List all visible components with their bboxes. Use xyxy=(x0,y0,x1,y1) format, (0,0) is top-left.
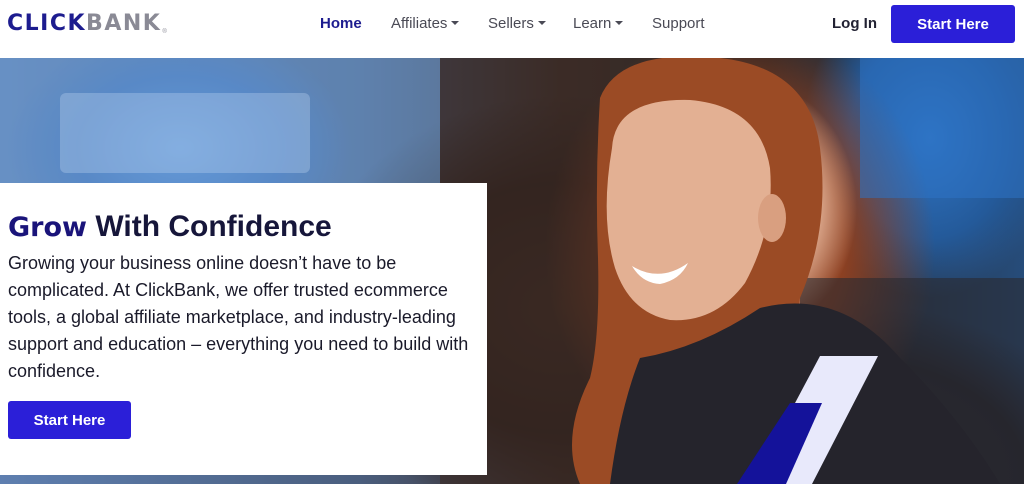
login-link[interactable]: Log In xyxy=(832,15,877,33)
hero-content-card: Grow With Confidence Growing your busine… xyxy=(0,183,487,475)
chevron-down-icon xyxy=(451,21,460,25)
clickbank-logo[interactable]: CLICK BANK ® xyxy=(7,12,167,38)
nav-item-sellers[interactable]: Sellers xyxy=(488,15,546,33)
nav-item-affiliates-label: Affiliates xyxy=(391,15,448,32)
nav-item-sellers-label: Sellers xyxy=(488,15,534,32)
logo-text-bank: BANK xyxy=(86,11,162,36)
logo-text-click: CLICK xyxy=(7,11,87,36)
hero-description: Growing your business online doesn’t hav… xyxy=(8,253,469,381)
hero-title-strong: Grow xyxy=(8,212,87,243)
hero-title: Grow With Confidence xyxy=(8,209,487,246)
nav-start-here-button[interactable]: Start Here xyxy=(891,5,1015,43)
nav-item-support[interactable]: Support xyxy=(652,15,705,33)
chevron-down-icon xyxy=(615,21,624,25)
hero-section: Grow With Confidence Growing your busine… xyxy=(0,58,1024,484)
hero-start-here-button[interactable]: Start Here xyxy=(8,401,131,439)
hero-title-rest: With Confidence xyxy=(86,210,332,243)
top-navigation: CLICK BANK ® Home Affiliates Sellers Lea… xyxy=(0,0,1024,50)
logo-trademark: ® xyxy=(162,29,167,35)
chevron-down-icon xyxy=(537,21,546,25)
nav-item-affiliates[interactable]: Affiliates xyxy=(391,15,460,33)
nav-item-learn[interactable]: Learn xyxy=(573,15,624,33)
nav-item-learn-label: Learn xyxy=(573,15,612,32)
nav-item-home[interactable]: Home xyxy=(320,15,362,33)
